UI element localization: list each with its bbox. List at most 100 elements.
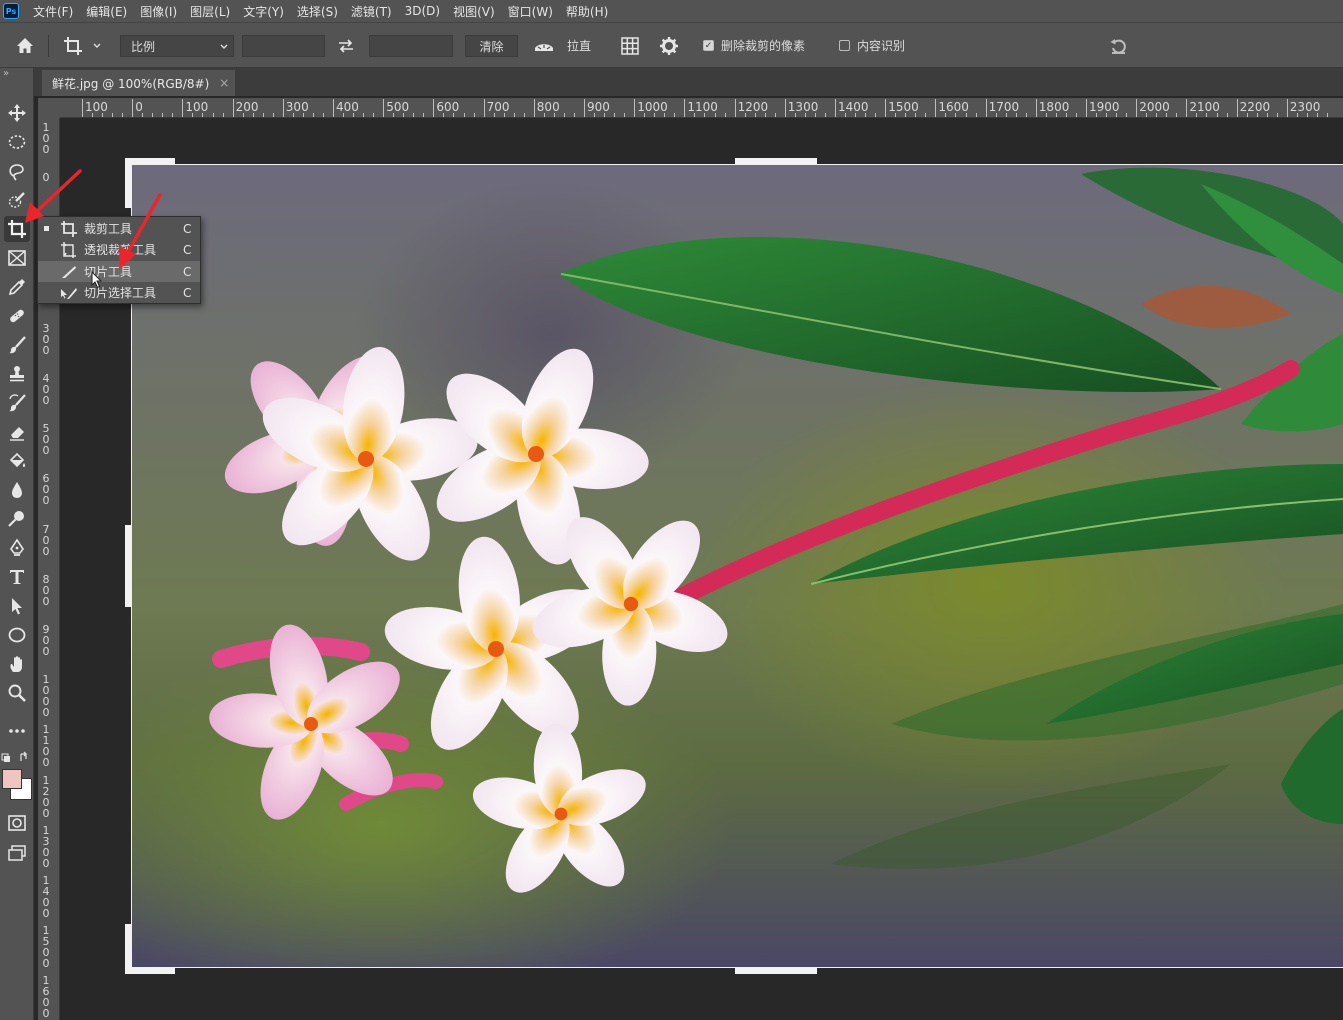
height-input[interactable] bbox=[369, 35, 453, 57]
content-aware-label: 内容识别 bbox=[857, 39, 906, 53]
ruler-minor-tick bbox=[1256, 113, 1258, 117]
hand-tool-icon[interactable] bbox=[4, 651, 30, 677]
frame-tool-icon[interactable] bbox=[4, 245, 30, 271]
menu-layer[interactable]: 图层(L) bbox=[190, 3, 230, 20]
paint-bucket-tool-icon[interactable] bbox=[4, 448, 30, 474]
ruler-minor-tick bbox=[764, 113, 766, 117]
ruler-label: 1100 bbox=[687, 100, 718, 114]
ruler-tick bbox=[835, 99, 836, 117]
menu-edit[interactable]: 编辑(E) bbox=[86, 3, 127, 20]
ruler-origin[interactable] bbox=[38, 98, 60, 118]
ruler-minor-tick bbox=[744, 113, 746, 117]
menu-file[interactable]: 文件(F) bbox=[33, 3, 73, 20]
menu-help[interactable]: 帮助(H) bbox=[566, 3, 608, 20]
ruler-label: 900 bbox=[42, 623, 50, 658]
ruler-minor-tick bbox=[102, 113, 104, 117]
ruler-tick bbox=[132, 99, 134, 117]
ruler-label: 1700 bbox=[988, 100, 1020, 114]
width-input[interactable] bbox=[242, 35, 325, 57]
document-tab[interactable]: 鲜花.jpg @ 100%(RGB/8#) × bbox=[42, 70, 235, 96]
ruler-minor-tick bbox=[212, 113, 214, 117]
menu-select[interactable]: 选择(S) bbox=[297, 3, 338, 20]
menu-view[interactable]: 视图(V) bbox=[453, 3, 495, 20]
crop-preset-icon[interactable] bbox=[62, 23, 102, 68]
menu-filter[interactable]: 滤镜(T) bbox=[351, 3, 392, 20]
ruler-label: 1500 bbox=[888, 100, 919, 114]
crop-handle-bottom[interactable] bbox=[735, 968, 817, 974]
menu-type[interactable]: 文字(Y) bbox=[243, 3, 284, 20]
menu-window[interactable]: 窗口(W) bbox=[508, 3, 553, 20]
brush-tool-icon[interactable] bbox=[4, 332, 30, 358]
ruler-tick bbox=[383, 99, 385, 117]
history-brush-tool-icon[interactable] bbox=[4, 390, 30, 416]
foreground-color-swatch[interactable] bbox=[2, 769, 22, 789]
pen-tool-icon[interactable] bbox=[4, 535, 30, 561]
ruler-label: 600 bbox=[42, 472, 50, 508]
type-tool-icon[interactable] bbox=[4, 564, 30, 590]
ruler-minor-tick bbox=[1156, 113, 1158, 117]
reset-icon[interactable] bbox=[1108, 23, 1130, 68]
ruler-minor-tick bbox=[202, 113, 204, 117]
ruler-minor-tick bbox=[754, 113, 756, 117]
marquee-tool-icon[interactable] bbox=[4, 129, 30, 155]
ruler-tick bbox=[684, 99, 686, 117]
ruler-minor-tick bbox=[453, 113, 455, 117]
straighten-icon[interactable] bbox=[532, 23, 556, 68]
eyedropper-tool-icon[interactable] bbox=[4, 274, 30, 300]
grid-overlay-icon[interactable] bbox=[619, 23, 641, 68]
crop-box[interactable] bbox=[131, 164, 1343, 968]
zoom-tool-icon[interactable] bbox=[4, 680, 30, 706]
ruler-minor-tick bbox=[774, 113, 776, 117]
close-icon[interactable]: × bbox=[219, 76, 229, 90]
screen-mode-icon[interactable] bbox=[4, 840, 30, 866]
eraser-tool-icon[interactable] bbox=[4, 419, 30, 445]
ruler-label: 1000 bbox=[42, 673, 50, 720]
ruler-minor-tick bbox=[92, 113, 94, 117]
content-aware-checkbox[interactable] bbox=[839, 40, 850, 51]
ruler-minor-tick bbox=[1306, 113, 1308, 117]
delete-cropped-pixels-option[interactable]: ✓ 删除裁剪的像素 bbox=[703, 23, 805, 68]
swap-colors-icon[interactable] bbox=[1, 750, 31, 764]
delete-cropped-checkbox[interactable]: ✓ bbox=[703, 40, 714, 51]
healing-brush-tool-icon[interactable] bbox=[4, 303, 30, 329]
crop-handle-top-left[interactable] bbox=[125, 158, 175, 164]
dodge-tool-icon[interactable] bbox=[4, 506, 30, 532]
straighten-label[interactable]: 拉直 bbox=[567, 23, 591, 68]
blur-tool-icon[interactable] bbox=[4, 477, 30, 503]
ruler-label: 1100 bbox=[42, 723, 50, 770]
panel-collapse-icon[interactable]: » bbox=[3, 68, 9, 79]
ruler-minor-tick bbox=[594, 113, 596, 117]
move-tool-icon[interactable] bbox=[4, 100, 30, 126]
ruler-label: 1500 bbox=[42, 924, 50, 971]
crop-handle-top[interactable] bbox=[735, 158, 817, 164]
stamp-tool-icon[interactable] bbox=[4, 361, 30, 387]
ruler-minor-tick bbox=[443, 113, 445, 117]
ruler-minor-tick bbox=[1146, 113, 1148, 117]
flyout-item-slice-select[interactable]: 切片选择工具 C bbox=[38, 282, 200, 303]
ratio-select[interactable]: 比例 bbox=[120, 35, 234, 57]
more-tools-icon[interactable] bbox=[4, 718, 30, 744]
ruler-minor-tick bbox=[604, 113, 606, 117]
content-aware-option[interactable]: 内容识别 bbox=[839, 23, 905, 68]
quick-mask-icon[interactable] bbox=[4, 810, 30, 836]
menu-3d[interactable]: 3D(D) bbox=[405, 4, 440, 18]
crop-handle-left[interactable] bbox=[125, 525, 131, 607]
crop-handle-bottom-left[interactable] bbox=[125, 968, 175, 974]
ellipse-tool-icon[interactable] bbox=[4, 622, 30, 648]
crop-handle-bottom-left-v[interactable] bbox=[125, 924, 131, 974]
menu-image[interactable]: 图像(I) bbox=[140, 3, 177, 20]
gear-icon[interactable] bbox=[658, 23, 680, 68]
ruler-minor-tick bbox=[373, 113, 375, 117]
path-selection-tool-icon[interactable] bbox=[4, 593, 30, 619]
ruler-label: 200 bbox=[235, 100, 259, 114]
slice-icon bbox=[62, 266, 76, 278]
ruler-label: 1400 bbox=[838, 100, 869, 114]
ruler-minor-tick bbox=[563, 113, 565, 117]
ruler-tick bbox=[1286, 99, 1288, 117]
home-icon[interactable] bbox=[14, 23, 36, 68]
clear-button[interactable]: 清除 bbox=[465, 35, 518, 57]
slice-select-icon bbox=[61, 288, 77, 299]
swap-icon[interactable] bbox=[336, 23, 356, 68]
ruler-minor-tick bbox=[694, 113, 696, 117]
horizontal-ruler[interactable]: 100 0 100 200 300 400 500 600 700 800 900 1000 1100 1… bbox=[60, 98, 1343, 118]
